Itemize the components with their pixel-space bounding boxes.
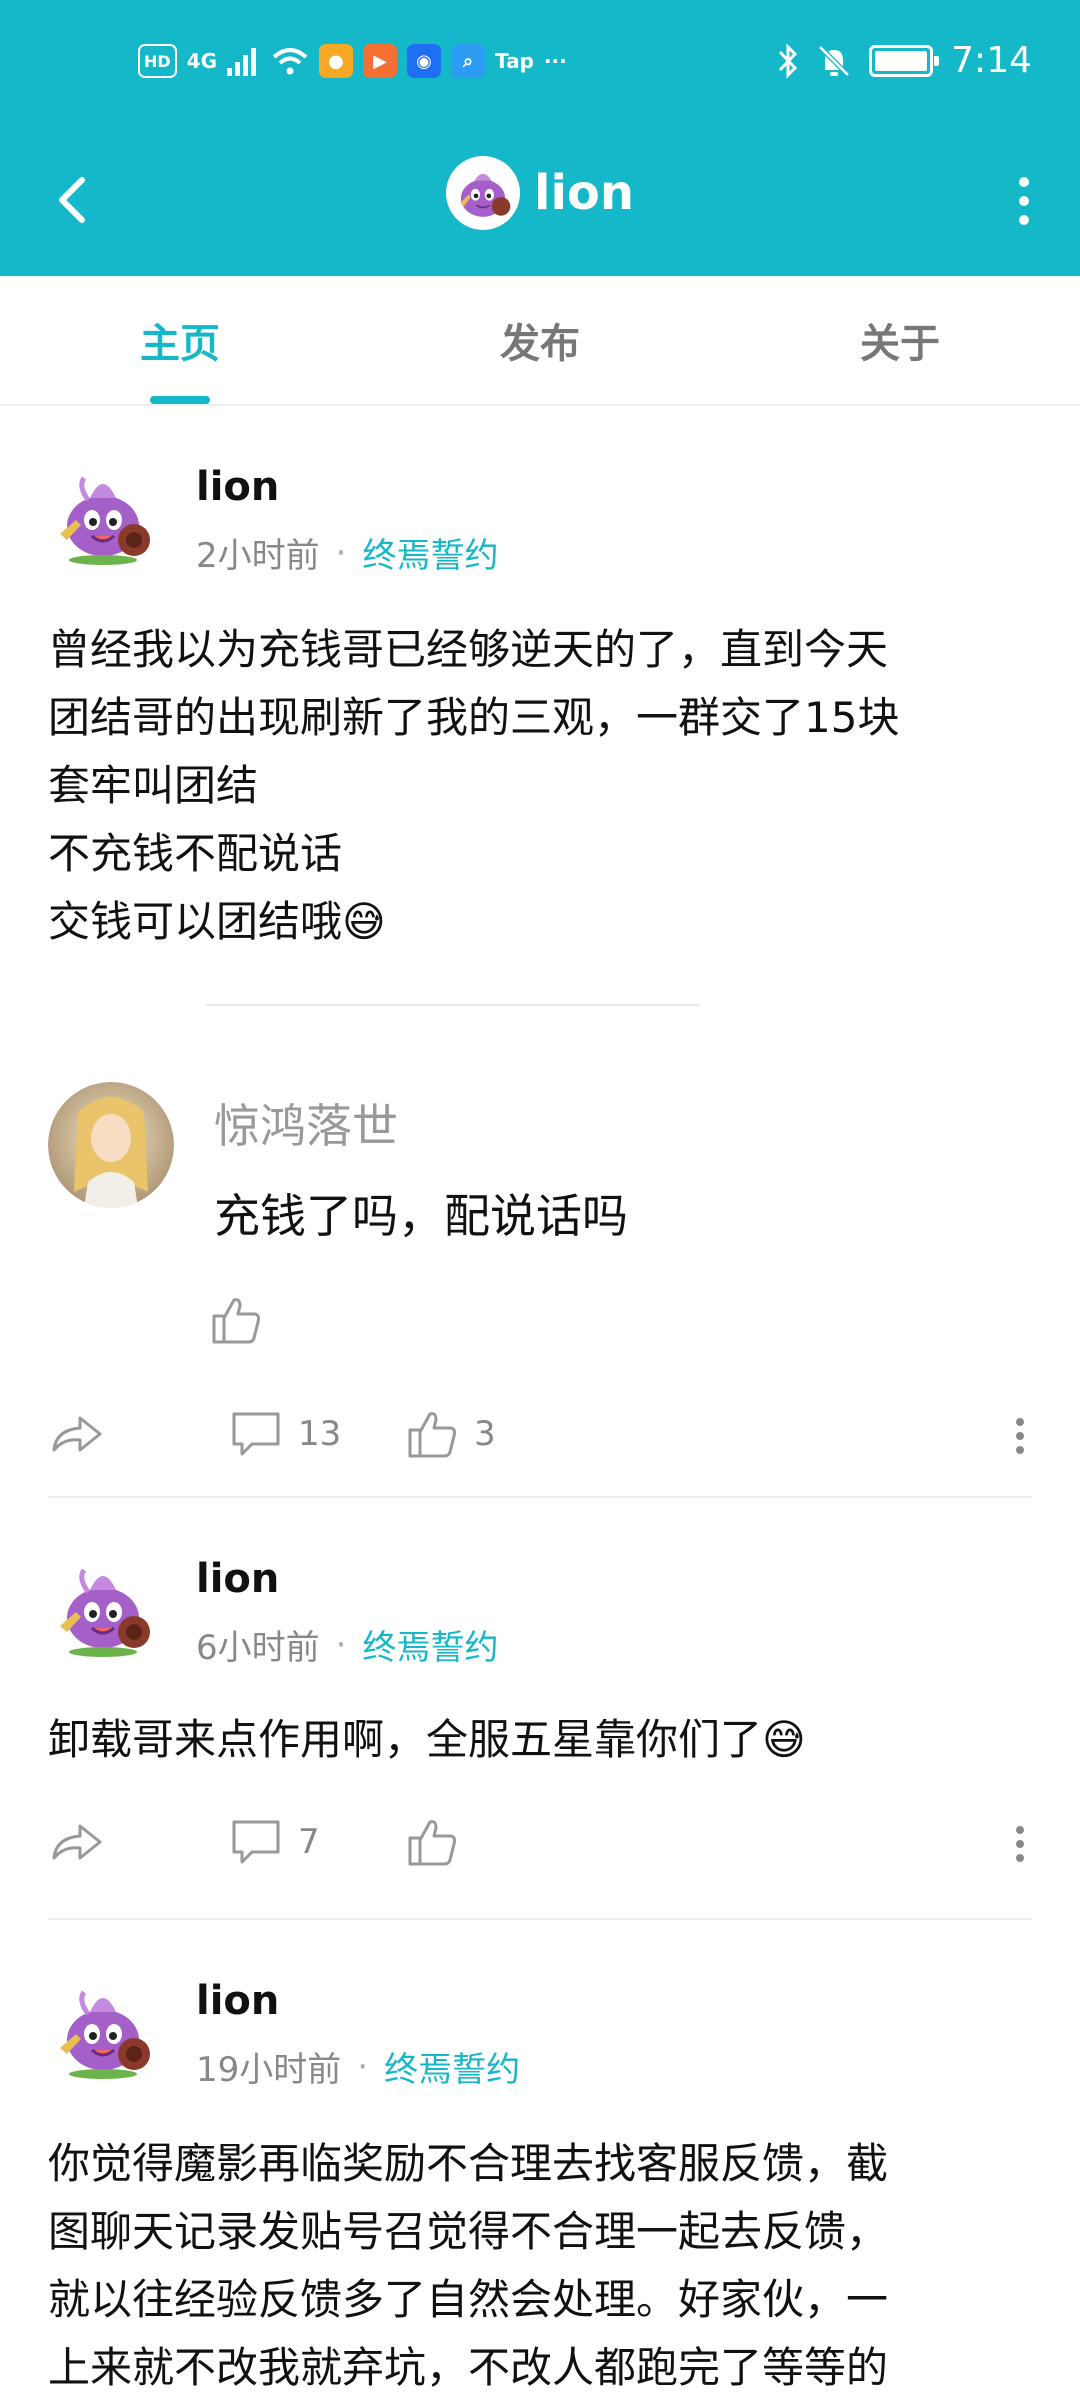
post-meta: 2小时前 · 终焉誓约 xyxy=(196,528,498,577)
post-line: 你觉得魔影再临奖励不合理去找客服反馈，截 xyxy=(48,2139,889,2188)
post-time: 2小时前 xyxy=(196,536,320,576)
comment-separator xyxy=(206,1004,700,1006)
post-meta: 6小时前 · 终焉誓约 xyxy=(196,1620,498,1669)
app-notification-icon: ● xyxy=(319,44,354,78)
post-content[interactable]: 你觉得魔影再临奖励不合理去找客服反馈，截 图聊天记录发贴号召觉得不合理一起去反馈… xyxy=(48,2130,1032,2400)
post-actions: 13 3 xyxy=(48,1406,1032,1476)
post-divider xyxy=(48,1496,1032,1498)
post-line: 上来就不改我就弃坑，不改人都跑完了等等的 xyxy=(48,2343,889,2392)
comment-count: 13 xyxy=(298,1414,342,1454)
video-app-icon: ▶ xyxy=(363,44,398,78)
author-info: lion 2小时前 · 终焉誓约 xyxy=(196,464,498,577)
tab-about[interactable]: 关于 xyxy=(720,276,1080,404)
post-line: 套牢叫团结 xyxy=(48,761,259,810)
chevron-left-icon[interactable] xyxy=(44,170,104,230)
signal-icon xyxy=(227,48,257,76)
mute-bell-icon xyxy=(818,44,850,77)
group-link[interactable]: 终焉誓约 xyxy=(384,2042,520,2091)
post-line: 卸载哥来点作用啊，全服五星靠你们了😅 xyxy=(48,1715,806,1764)
post-actions: 7 xyxy=(48,1814,1032,1884)
post-content[interactable]: 卸载哥来点作用啊，全服五星靠你们了😅 xyxy=(48,1706,1032,1774)
post-content[interactable]: 曾经我以为充钱哥已经够逆天的了，直到今天 团结哥的出现刷新了我的三观，一群交了1… xyxy=(48,616,1032,956)
like-button[interactable] xyxy=(404,1814,474,1870)
wifi-icon xyxy=(272,48,308,75)
active-tab-indicator xyxy=(150,396,210,404)
nav-bar: lion xyxy=(0,130,1080,276)
author-info: lion 19小时前 · 终焉誓约 xyxy=(196,1978,520,2091)
network-type: 4G xyxy=(186,49,218,73)
status-right: 7:14 xyxy=(777,40,1032,81)
more-vertical-icon[interactable] xyxy=(1004,166,1044,236)
commenter-name[interactable]: 惊鸿落世 xyxy=(214,1090,398,1156)
status-left: HD 4G ● ▶ ◉ ⌕ Tap ··· xyxy=(138,44,567,78)
app-header: HD 4G ● ▶ ◉ ⌕ Tap ··· 7:14 lion xyxy=(0,0,1080,276)
thumbs-up-icon[interactable] xyxy=(208,1292,264,1348)
avatar xyxy=(446,156,520,230)
bulb-app-icon: ◉ xyxy=(407,44,442,78)
share-button[interactable] xyxy=(48,1814,104,1870)
tab-home[interactable]: 主页 xyxy=(0,276,360,404)
avatar[interactable] xyxy=(48,1556,158,1666)
page-title: lion xyxy=(534,165,635,221)
post-line: 交钱可以团结哦😅 xyxy=(48,897,386,946)
more-vertical-icon[interactable] xyxy=(1008,1814,1032,1874)
tap-icon: Tap xyxy=(495,49,534,73)
post-author-row[interactable]: lion 19小时前 · 终焉誓约 xyxy=(48,1978,520,2091)
like-count: 3 xyxy=(474,1414,496,1454)
tab-bar: 主页 发布 关于 xyxy=(0,276,1080,406)
post-line: 就以往经验反馈多了自然会处理。好家伙，一 xyxy=(48,2275,889,2324)
clock: 7:14 xyxy=(951,40,1032,81)
avatar[interactable] xyxy=(48,1082,174,1208)
author-name[interactable]: lion xyxy=(196,464,498,510)
featured-comment[interactable]: 惊鸿落世 充钱了吗，配说话吗 xyxy=(48,1082,1032,1344)
post-line: 团结哥的出现刷新了我的三观，一群交了15块 xyxy=(48,693,900,742)
group-link[interactable]: 终焉誓约 xyxy=(362,1620,498,1669)
share-icon xyxy=(52,1824,102,1860)
more-vertical-icon[interactable] xyxy=(1008,1406,1032,1466)
author-info: lion 6小时前 · 终焉誓约 xyxy=(196,1556,498,1669)
comment-icon xyxy=(232,1412,280,1456)
post-line: 不充钱不配说话 xyxy=(48,829,343,878)
comment-icon xyxy=(232,1820,280,1864)
comment-button[interactable]: 13 xyxy=(228,1406,341,1462)
comment-button[interactable]: 7 xyxy=(228,1814,320,1870)
meta-separator: · xyxy=(357,2046,369,2087)
meta-separator: · xyxy=(335,1624,347,1665)
author-name[interactable]: lion xyxy=(196,1556,498,1602)
tab-posts[interactable]: 发布 xyxy=(360,276,720,404)
like-button[interactable]: 3 xyxy=(404,1406,496,1462)
thumbs-up-icon xyxy=(408,1820,456,1866)
author-name[interactable]: lion xyxy=(196,1978,520,2024)
post-meta: 19小时前 · 终焉誓约 xyxy=(196,2042,520,2091)
search-app-icon: ⌕ xyxy=(451,44,486,78)
avatar[interactable] xyxy=(48,1978,158,2088)
share-button[interactable] xyxy=(48,1406,104,1462)
avatar[interactable] xyxy=(48,464,158,574)
share-icon xyxy=(52,1416,102,1452)
post-line: 曾经我以为充钱哥已经够逆天的了，直到今天 xyxy=(48,625,889,674)
post-time: 19小时前 xyxy=(196,2050,342,2090)
more-notifications: ··· xyxy=(543,49,567,73)
post-line: 图聊天记录发贴号召觉得不合理一起去反馈， xyxy=(48,2207,889,2256)
post-divider xyxy=(48,1918,1032,1920)
thumbs-up-icon xyxy=(408,1412,456,1458)
hd-icon: HD xyxy=(138,44,177,78)
post-author-row[interactable]: lion 6小时前 · 终焉誓约 xyxy=(48,1556,498,1669)
comment-count: 7 xyxy=(298,1822,320,1862)
comment-text: 充钱了吗，配说话吗 xyxy=(214,1189,628,1243)
meta-separator: · xyxy=(335,532,347,573)
status-bar: HD 4G ● ▶ ◉ ⌕ Tap ··· 7:14 xyxy=(0,0,1080,130)
post-time: 6小时前 xyxy=(196,1628,320,1668)
profile-title: lion xyxy=(446,156,634,230)
bluetooth-icon xyxy=(779,42,798,79)
group-link[interactable]: 终焉誓约 xyxy=(362,528,498,577)
battery-icon xyxy=(869,44,940,77)
post-author-row[interactable]: lion 2小时前 · 终焉誓约 xyxy=(48,464,498,577)
purple-mascot-icon xyxy=(460,173,511,217)
